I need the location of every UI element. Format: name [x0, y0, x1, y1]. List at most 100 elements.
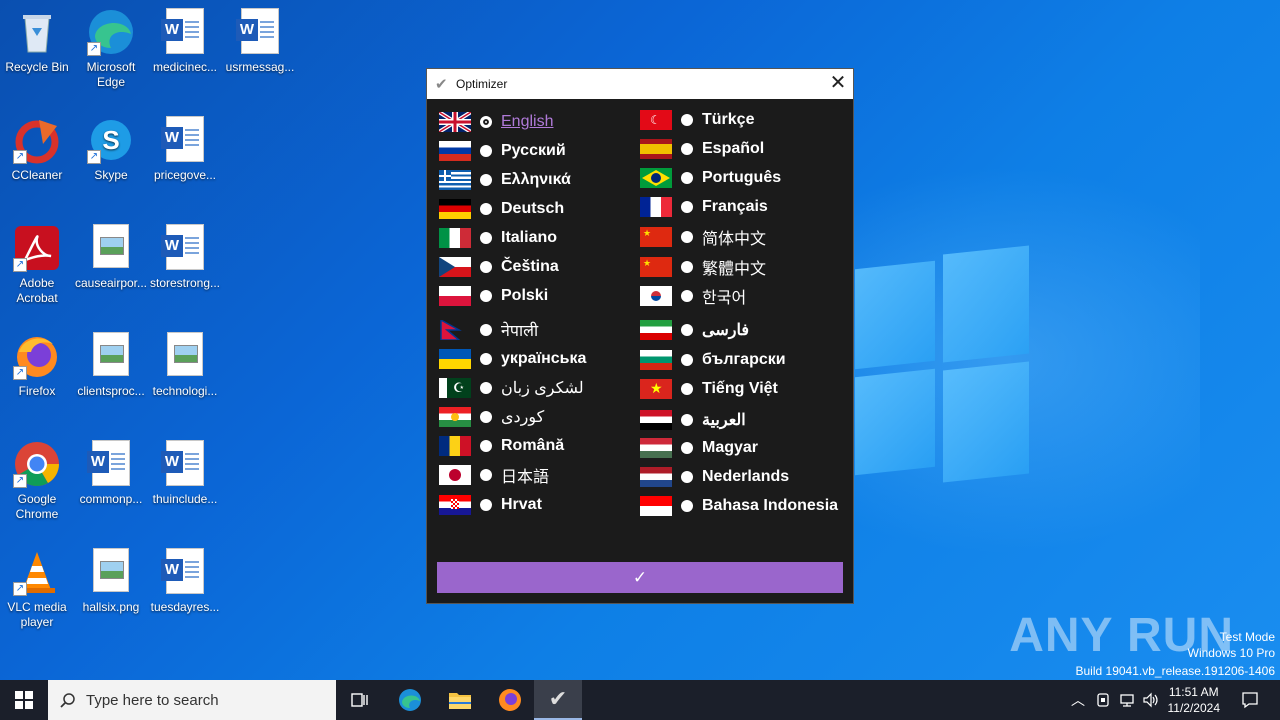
greece-flag-icon: [439, 170, 471, 190]
radio-button[interactable]: [480, 290, 492, 302]
language-option-greek[interactable]: Ελληνικά: [439, 169, 571, 191]
desktop-icon-microsoft-edge[interactable]: ↗ Microsoft Edge: [73, 8, 149, 90]
language-option-korean[interactable]: 한국어: [640, 285, 746, 307]
vlc-cone-icon: ↗: [13, 548, 61, 596]
radio-button[interactable]: [681, 354, 693, 366]
tray-device-icon[interactable]: [1092, 680, 1114, 720]
radio-button[interactable]: [480, 203, 492, 215]
language-option-german[interactable]: Deutsch: [439, 198, 564, 220]
radio-button[interactable]: [681, 414, 693, 426]
desktop-icon-recycle-bin[interactable]: Recycle Bin: [0, 8, 75, 75]
taskbar-edge[interactable]: [386, 680, 434, 720]
desktop-icon-word-file[interactable]: W usrmessag...: [222, 8, 298, 75]
desktop-icon-word-file[interactable]: W thuinclude...: [147, 440, 223, 507]
desktop-icon-skype[interactable]: S ↗ Skype: [73, 116, 149, 183]
language-option-bulgarian[interactable]: български: [640, 349, 786, 371]
task-view-button[interactable]: [336, 680, 384, 720]
language-option-vietnamese[interactable]: ★ Tiếng Việt: [640, 378, 778, 400]
language-option-kurdish[interactable]: کوردی: [439, 406, 544, 428]
language-option-croatian[interactable]: Hrvat: [439, 494, 542, 516]
radio-button[interactable]: [480, 440, 492, 452]
radio-button[interactable]: [480, 499, 492, 511]
language-option-portuguese[interactable]: Português: [640, 167, 781, 189]
show-hidden-icons-button[interactable]: ︿: [1068, 680, 1088, 720]
taskbar-optimizer[interactable]: ✔: [534, 680, 582, 720]
radio-button-selected[interactable]: [480, 116, 492, 128]
language-option-romanian[interactable]: Română: [439, 435, 564, 457]
desktop-icon-word-file[interactable]: W storestrong...: [147, 224, 223, 291]
language-option-ukrainian[interactable]: українська: [439, 348, 586, 370]
taskbar-search-box[interactable]: Type here to search: [48, 680, 336, 720]
language-option-turkish[interactable]: ☾ Türkçe: [640, 109, 754, 131]
tray-volume-icon[interactable]: [1140, 680, 1162, 720]
radio-button[interactable]: [681, 261, 693, 273]
language-label: لشکری زبان: [501, 380, 584, 397]
language-option-russian[interactable]: Русский: [439, 140, 566, 162]
tray-network-icon[interactable]: [1116, 680, 1138, 720]
desktop-icon-png-file[interactable]: hallsix.png: [73, 548, 149, 615]
desktop-icon-google-chrome[interactable]: ↗ Google Chrome: [0, 440, 75, 522]
language-option-hungarian[interactable]: Magyar: [640, 437, 758, 459]
desktop-icon-word-file[interactable]: W tuesdayres...: [147, 548, 223, 615]
radio-button[interactable]: [681, 172, 693, 184]
radio-button[interactable]: [480, 174, 492, 186]
radio-button[interactable]: [480, 232, 492, 244]
radio-button[interactable]: [480, 469, 492, 481]
desktop-icon-png-file[interactable]: technologi...: [147, 332, 223, 399]
optimizer-dialog: ✔ Optimizer ✕ English Русский Ελληνικά D…: [426, 68, 854, 604]
desktop-icon-firefox[interactable]: ↗ Firefox: [0, 332, 75, 399]
language-option-persian[interactable]: فارسی: [640, 319, 749, 341]
radio-button[interactable]: [681, 201, 693, 213]
language-option-japanese[interactable]: 日本語: [439, 464, 549, 486]
radio-button[interactable]: [681, 383, 693, 395]
language-option-indonesian[interactable]: Bahasa Indonesia: [640, 495, 838, 517]
radio-button[interactable]: [480, 353, 492, 365]
taskbar-file-explorer[interactable]: [436, 680, 484, 720]
start-button[interactable]: [0, 680, 48, 720]
south-korea-flag-icon: [640, 286, 672, 306]
dialog-titlebar[interactable]: ✔ Optimizer ✕: [427, 69, 853, 99]
language-option-spanish[interactable]: Español: [640, 138, 764, 160]
radio-button[interactable]: [480, 261, 492, 273]
radio-button[interactable]: [681, 500, 693, 512]
notification-center-button[interactable]: [1232, 680, 1268, 720]
icon-label: causeairpor...: [74, 276, 148, 290]
language-option-arabic[interactable]: العربية: [640, 409, 746, 431]
desktop-icon-word-file[interactable]: W medicinec...: [147, 8, 223, 75]
clock[interactable]: 11:51 AM 11/2/2024: [1168, 684, 1221, 716]
radio-button[interactable]: [681, 471, 693, 483]
czech-flag-icon: [439, 257, 471, 277]
desktop-icon-vlc[interactable]: ↗ VLC media player: [0, 548, 75, 630]
confirm-button[interactable]: ✓: [437, 562, 843, 593]
radio-button[interactable]: [480, 382, 492, 394]
language-option-nepali[interactable]: नेपाली: [439, 319, 538, 341]
radio-button[interactable]: [480, 324, 492, 336]
close-button[interactable]: ✕: [823, 69, 853, 99]
radio-button[interactable]: [681, 114, 693, 126]
language-option-traditional-chinese[interactable]: ★ 繁體中文: [640, 256, 766, 278]
radio-button[interactable]: [681, 324, 693, 336]
radio-button[interactable]: [681, 442, 693, 454]
radio-button[interactable]: [480, 411, 492, 423]
radio-button[interactable]: [681, 143, 693, 155]
language-option-english[interactable]: English: [439, 111, 553, 133]
desktop-icon-png-file[interactable]: causeairpor...: [73, 224, 149, 291]
desktop-icon-word-file[interactable]: W commonp...: [73, 440, 149, 507]
desktop-icon-ccleaner[interactable]: ↗ CCleaner: [0, 116, 75, 183]
language-label: Bahasa Indonesia: [702, 497, 839, 514]
language-option-french[interactable]: Français: [640, 196, 768, 218]
desktop-icon-word-file[interactable]: W pricegove...: [147, 116, 223, 183]
language-option-urdu[interactable]: ☪ لشکری زبان: [439, 377, 584, 399]
language-option-czech[interactable]: Čeština: [439, 256, 559, 278]
language-option-polish[interactable]: Polski: [439, 285, 548, 307]
radio-button[interactable]: [681, 290, 693, 302]
desktop-icon-png-file[interactable]: clientsproc...: [73, 332, 149, 399]
language-option-dutch[interactable]: Nederlands: [640, 466, 789, 488]
icon-label: medicinec...: [152, 60, 218, 74]
radio-button[interactable]: [480, 145, 492, 157]
desktop-icon-adobe-acrobat[interactable]: ↗ Adobe Acrobat: [0, 224, 75, 306]
language-option-simplified-chinese[interactable]: ★ 简体中文: [640, 226, 766, 248]
taskbar-firefox[interactable]: [486, 680, 534, 720]
radio-button[interactable]: [681, 231, 693, 243]
language-option-italian[interactable]: Italiano: [439, 227, 557, 249]
